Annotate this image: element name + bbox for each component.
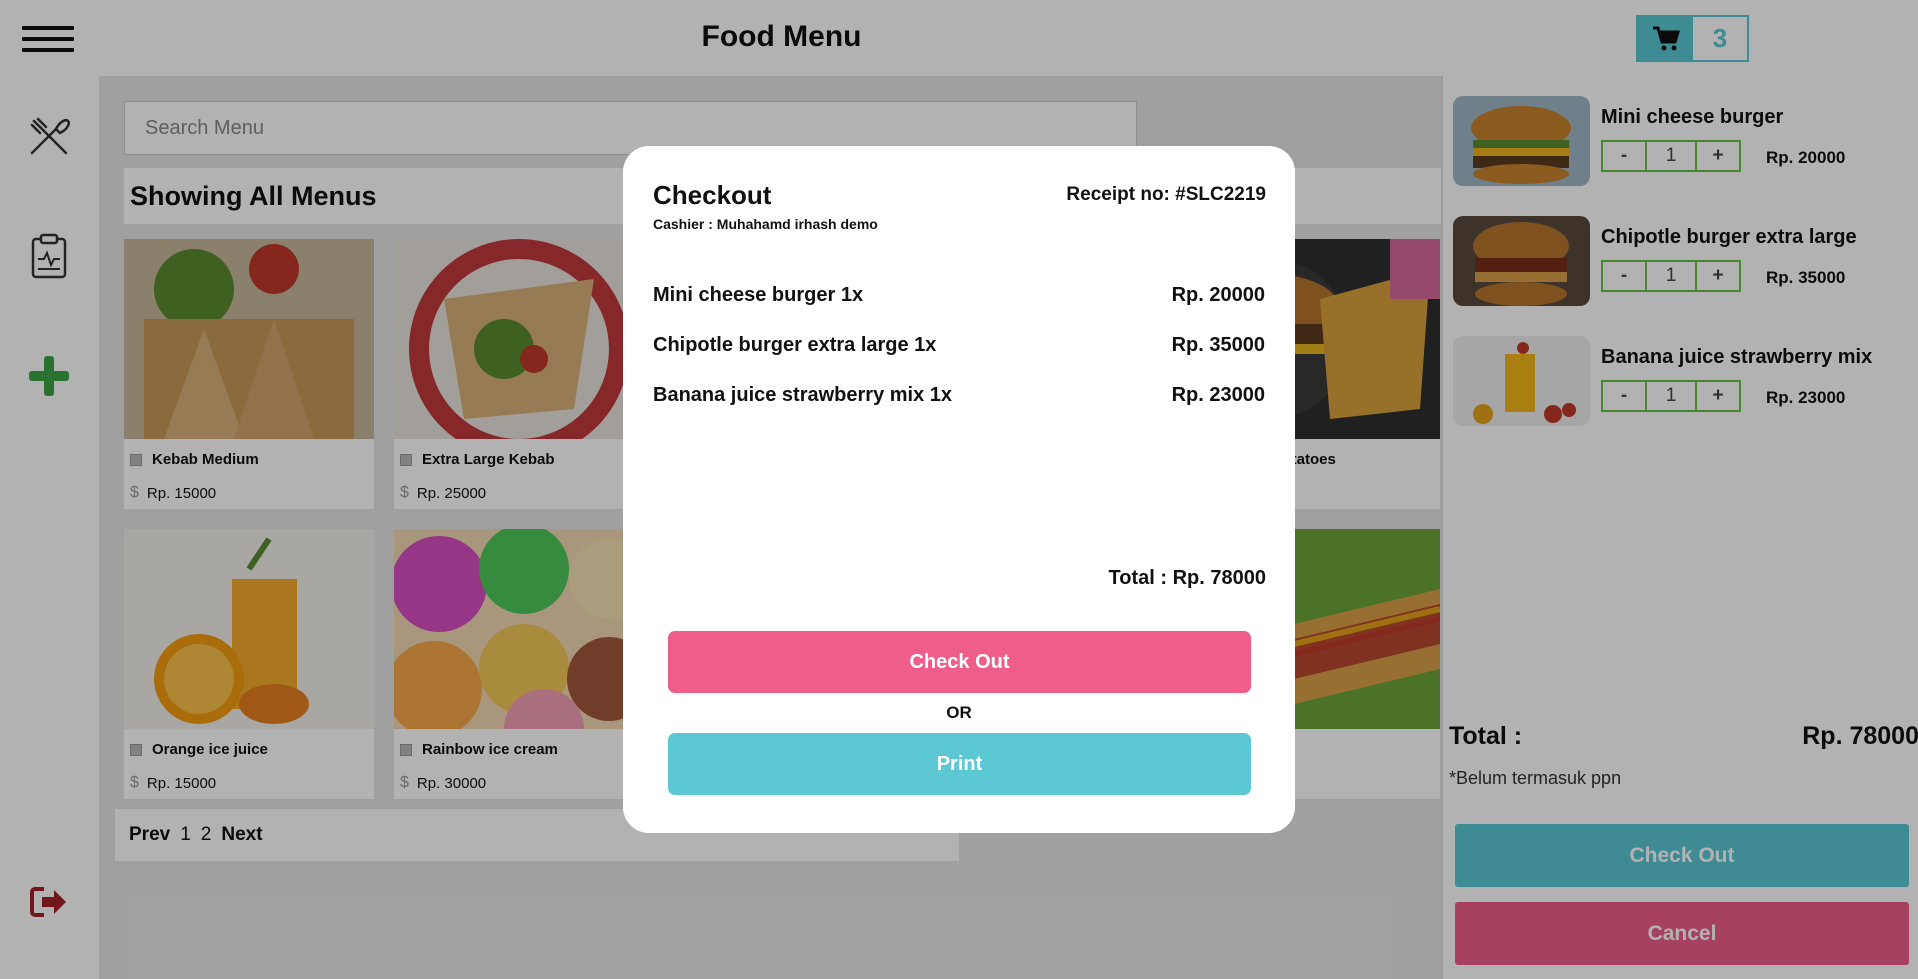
receipt-item-price: Rp. 23000 <box>1171 384 1265 406</box>
or-separator: OR <box>946 703 972 722</box>
receipt-item-name: Chipotle burger extra large 1x <box>653 334 937 356</box>
receipt-number: Receipt no: #SLC2219 <box>1066 184 1266 205</box>
modal-title: Checkout <box>653 180 772 210</box>
modal-checkout-button[interactable]: Check Out <box>668 631 1251 693</box>
receipt-item-price: Rp. 35000 <box>1171 334 1265 356</box>
receipt-item-name: Mini cheese burger 1x <box>653 284 864 306</box>
receipt-item-name: Banana juice strawberry mix 1x <box>653 384 953 406</box>
checkout-modal: Checkout Cashier : Muhahamd irhash demo … <box>623 146 1295 833</box>
receipt-total: Total : Rp. 78000 <box>1108 567 1266 589</box>
cashier-name: Cashier : Muhahamd irhash demo <box>653 216 878 232</box>
receipt-line: Banana juice strawberry mix 1x Rp. 23000 <box>653 384 1265 407</box>
receipt-line: Mini cheese burger 1x Rp. 20000 <box>653 284 1265 307</box>
print-button[interactable]: Print <box>668 733 1251 795</box>
receipt-item-price: Rp. 20000 <box>1171 284 1265 306</box>
receipt-line: Chipotle burger extra large 1x Rp. 35000 <box>653 334 1265 357</box>
